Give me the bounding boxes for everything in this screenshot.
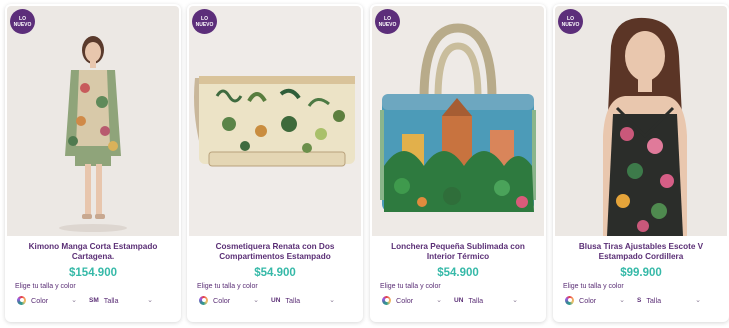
new-badge: LO NUEVO [10, 9, 35, 34]
size-select-label: Talla [468, 295, 484, 305]
product-card[interactable]: LO NUEVO Cosmetiquera Renata con Dos Com… [187, 4, 363, 322]
choose-size-color-label: Elige tu talla y color [563, 283, 624, 290]
badge-line-2: NUEVO [561, 21, 580, 28]
product-price: $54.900 [254, 267, 296, 279]
chevron-down-icon: ⌄ [71, 297, 77, 304]
color-wheel-icon [565, 295, 574, 305]
color-select-label: Color [31, 295, 49, 305]
product-card[interactable]: LO NUEVO Blusa Tiras Ajustables Escote V… [553, 4, 729, 322]
product-card[interactable]: LO NUEVO Lonchera Pequeña Sublimada con … [370, 4, 546, 322]
product-title[interactable]: Kimono Manga Corta Estampado Cartagena. [13, 242, 173, 264]
size-select-label: Talla [646, 295, 662, 305]
color-select[interactable]: Color ⌄ [563, 293, 627, 307]
cosmetic-bag-image [189, 6, 361, 236]
chevron-down-icon: ⌄ [253, 297, 259, 304]
color-select[interactable]: Color ⌄ [15, 293, 79, 307]
badge-line-2: NUEVO [378, 21, 397, 28]
product-card[interactable]: LO NUEVO Kimono Manga Corta Estampado Ca… [5, 4, 181, 322]
variant-selectors: Color ⌄ S Talla ⌄ [563, 293, 723, 309]
variant-selectors: Color ⌄ UN Talla ⌄ [197, 293, 357, 309]
size-select-label: Talla [285, 295, 301, 305]
size-select[interactable]: SM Talla ⌄ [89, 293, 155, 307]
chevron-down-icon: ⌄ [147, 297, 153, 304]
choose-size-color-label: Elige tu talla y color [380, 283, 441, 290]
choose-size-color-label: Elige tu talla y color [15, 283, 76, 290]
chevron-down-icon: ⌄ [695, 297, 701, 304]
product-title[interactable]: Lonchera Pequeña Sublimada con Interior … [378, 242, 538, 264]
color-wheel-icon [199, 295, 208, 305]
new-badge: LO NUEVO [375, 9, 400, 34]
color-select[interactable]: Color ⌄ [380, 293, 444, 307]
woman-blouse-image [555, 6, 727, 236]
badge-line-2: NUEVO [195, 21, 214, 28]
color-select-label: Color [213, 295, 231, 305]
lunch-bag-image [372, 6, 544, 236]
product-title[interactable]: Blusa Tiras Ajustables Escote V Estampad… [561, 242, 721, 264]
product-price: $54.900 [437, 267, 479, 279]
chevron-down-icon: ⌄ [512, 297, 518, 304]
variant-selectors: Color ⌄ SM Talla ⌄ [15, 293, 175, 309]
woman-kimono-image [7, 6, 179, 236]
size-abbr: UN [454, 296, 464, 304]
size-abbr: S [637, 296, 642, 304]
product-price: $99.900 [620, 267, 662, 279]
chevron-down-icon: ⌄ [329, 297, 335, 304]
product-image[interactable] [372, 6, 544, 236]
color-select[interactable]: Color ⌄ [197, 293, 261, 307]
choose-size-color-label: Elige tu talla y color [197, 283, 258, 290]
product-image[interactable] [7, 6, 179, 236]
color-select-label: Color [579, 295, 597, 305]
color-select-label: Color [396, 295, 414, 305]
size-select-label: Talla [103, 295, 119, 305]
variant-selectors: Color ⌄ UN Talla ⌄ [380, 293, 540, 309]
product-image[interactable] [555, 6, 727, 236]
new-badge: LO NUEVO [558, 9, 583, 34]
product-title[interactable]: Cosmetiquera Renata con Dos Compartiment… [195, 242, 355, 264]
chevron-down-icon: ⌄ [436, 297, 442, 304]
badge-line-2: NUEVO [13, 21, 32, 28]
product-price: $154.900 [69, 267, 117, 279]
size-select[interactable]: UN Talla ⌄ [271, 293, 337, 307]
chevron-down-icon: ⌄ [619, 297, 625, 304]
size-abbr: SM [89, 296, 99, 304]
color-wheel-icon [17, 295, 26, 305]
size-abbr: UN [271, 296, 281, 304]
size-select[interactable]: S Talla ⌄ [637, 293, 703, 307]
product-grid: LO NUEVO Kimono Manga Corta Estampado Ca… [0, 0, 729, 328]
new-badge: LO NUEVO [192, 9, 217, 34]
size-select[interactable]: UN Talla ⌄ [454, 293, 520, 307]
product-image[interactable] [189, 6, 361, 236]
color-wheel-icon [382, 295, 391, 305]
